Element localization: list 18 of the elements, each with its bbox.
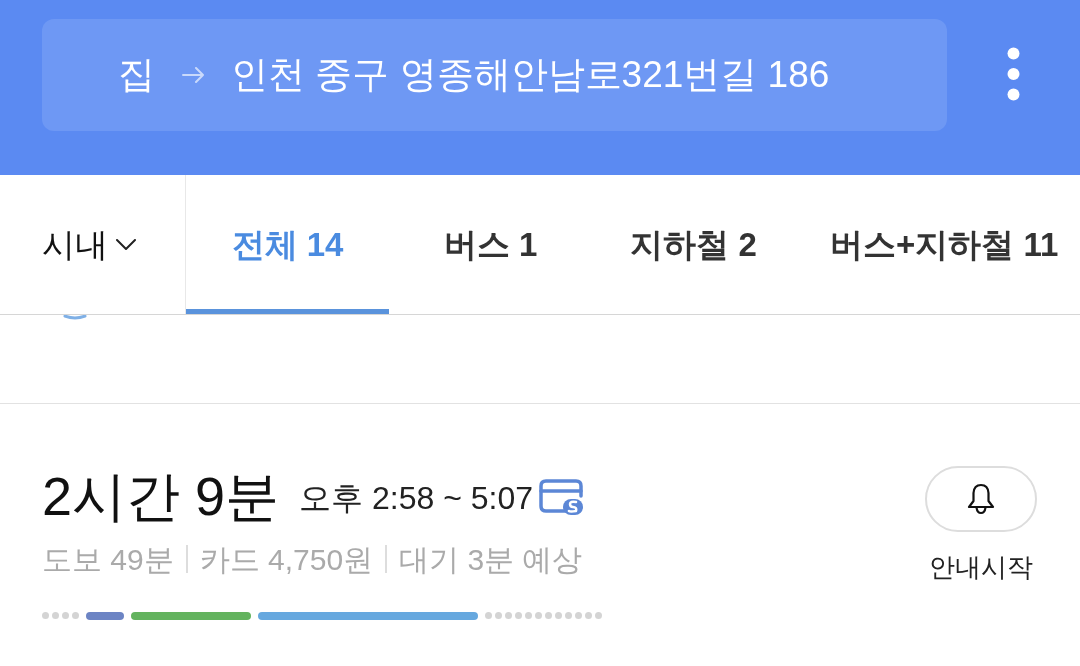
- more-options-icon[interactable]: [1007, 47, 1020, 101]
- chevron-down-icon: [116, 238, 136, 251]
- route-marker-icon: [62, 315, 88, 320]
- duration-text: 2시간 9분: [42, 465, 280, 528]
- card-payment-icon: [539, 479, 585, 518]
- guide-start-label: 안내시작: [929, 551, 1033, 584]
- bell-icon: [966, 483, 996, 515]
- tab[interactable]: 버스 1: [389, 175, 592, 314]
- arrow-icon: [182, 67, 204, 83]
- region-dropdown[interactable]: 시내: [42, 219, 136, 270]
- time-range-text: 오후 2:58 ~ 5:07: [299, 479, 533, 519]
- tab[interactable]: 버스+지하철 11: [795, 175, 1079, 314]
- destination-text: 인천 중구 영종해안남로321번길 186: [231, 53, 830, 98]
- summary-text: 카드 4,750원: [199, 541, 374, 578]
- summary-text: 대기 3분 예상: [399, 541, 583, 578]
- tab[interactable]: 지하철 2: [592, 175, 795, 314]
- summary-text: 도보 49분: [42, 541, 174, 578]
- origin-text: 집: [118, 53, 155, 98]
